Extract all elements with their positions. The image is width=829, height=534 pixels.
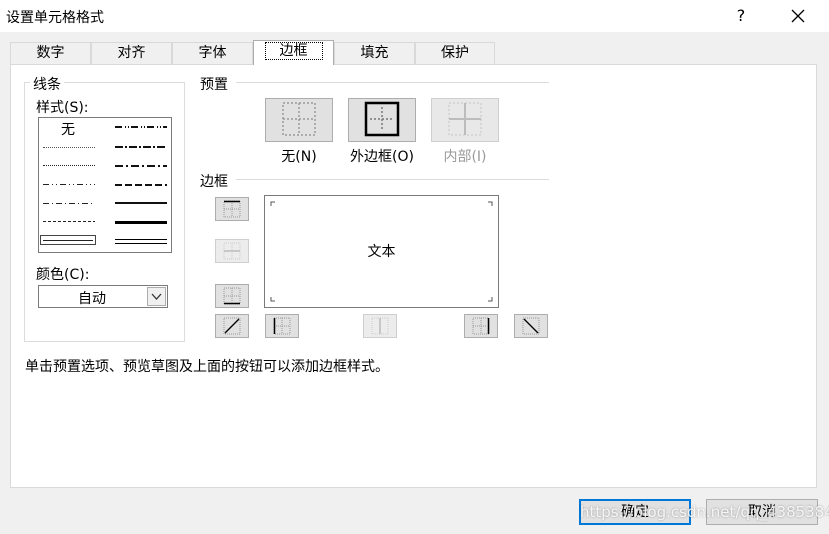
border-top-icon [223, 200, 241, 218]
no-border-icon [282, 102, 316, 136]
inside-border-icon [448, 102, 482, 136]
window-title: 设置单元格格式 [6, 10, 104, 26]
help-button[interactable]: ? [724, 0, 758, 32]
tab-protection[interactable]: 保护 [415, 42, 495, 64]
outline-border-icon [364, 101, 400, 137]
title-bar: 设置单元格格式 ? [0, 0, 829, 32]
border-inside-horizontal-button[interactable] [215, 239, 249, 263]
color-value: 自动 [78, 291, 106, 307]
line-style-dash-dot-dot[interactable] [43, 184, 95, 185]
border-preview[interactable]: 文本 [264, 195, 499, 308]
preset-none-button[interactable] [265, 98, 333, 142]
watermark-text: https://blog.csdn.net/qq_43853841 [580, 503, 829, 521]
border-separator [236, 179, 549, 180]
tab-font-label: 字体 [198, 45, 227, 61]
border-title: 边框 [198, 171, 230, 191]
tab-alignment[interactable]: 对齐 [91, 42, 172, 64]
border-left-icon [273, 317, 291, 335]
style-label: 样式(S): [36, 97, 89, 117]
tab-alignment-label: 对齐 [117, 45, 146, 61]
line-style-thick[interactable] [115, 221, 167, 224]
close-button[interactable] [780, 0, 816, 32]
diagonal-up-icon [223, 317, 241, 335]
hint-text: 单击预置选项、预览草图及上面的按钮可以添加边框样式。 [25, 359, 389, 375]
border-inside-horizontal-icon [223, 242, 241, 260]
border-left-button[interactable] [265, 314, 299, 338]
tab-number-label: 数字 [36, 45, 65, 61]
border-right-button[interactable] [464, 314, 498, 338]
preset-inside-label: 内部(I) [443, 149, 487, 165]
line-style-slant-dash-dot[interactable] [115, 146, 167, 148]
line-style-medium-dash-dot-dot[interactable] [115, 126, 167, 128]
line-style-double[interactable] [115, 239, 167, 244]
border-top-button[interactable] [215, 197, 249, 221]
tab-border[interactable]: 边框 [253, 40, 334, 65]
preset-outline-button[interactable] [348, 98, 416, 142]
tab-number[interactable]: 数字 [10, 42, 91, 64]
border-bottom-button[interactable] [215, 284, 249, 308]
preset-none-label: 无(N) [281, 149, 317, 165]
presets-title: 预置 [198, 74, 230, 94]
tab-fill-label: 填充 [360, 45, 389, 61]
tab-protection-label: 保护 [441, 45, 469, 61]
preset-outline-label: 外边框(O) [350, 149, 414, 165]
color-dropdown[interactable]: 自动 [38, 285, 168, 308]
close-icon [791, 9, 805, 23]
line-style-hair[interactable] [43, 147, 95, 148]
tab-border-label: 边框 [264, 42, 323, 60]
tab-font[interactable]: 字体 [172, 42, 253, 64]
line-group-title: 线条 [30, 74, 64, 94]
color-label: 颜色(C): [36, 264, 90, 284]
line-style-list[interactable]: 无 [38, 117, 172, 253]
tab-fill[interactable]: 填充 [334, 42, 415, 64]
line-style-thin[interactable] [43, 240, 93, 241]
diagonal-down-icon [522, 317, 540, 335]
border-diagonal-up-button[interactable] [215, 314, 249, 338]
line-style-medium-dash-dot[interactable] [115, 165, 167, 167]
color-dropdown-arrow[interactable] [147, 287, 166, 306]
line-style-medium[interactable] [115, 202, 167, 204]
preset-inside-button[interactable] [431, 98, 499, 142]
line-style-medium-dashed[interactable] [115, 184, 167, 186]
presets-separator [236, 82, 549, 83]
chevron-down-icon [151, 293, 162, 300]
line-style-dashed[interactable] [43, 221, 95, 222]
border-right-icon [472, 317, 490, 335]
border-inside-vertical-icon [371, 317, 389, 335]
border-inside-vertical-button[interactable] [363, 314, 397, 338]
border-bottom-icon [223, 287, 241, 305]
border-diagonal-down-button[interactable] [514, 314, 548, 338]
line-style-dash-dot[interactable] [43, 203, 95, 204]
line-style-dotted[interactable] [43, 165, 95, 166]
preview-text: 文本 [367, 244, 396, 260]
line-style-none[interactable]: 无 [61, 119, 75, 139]
